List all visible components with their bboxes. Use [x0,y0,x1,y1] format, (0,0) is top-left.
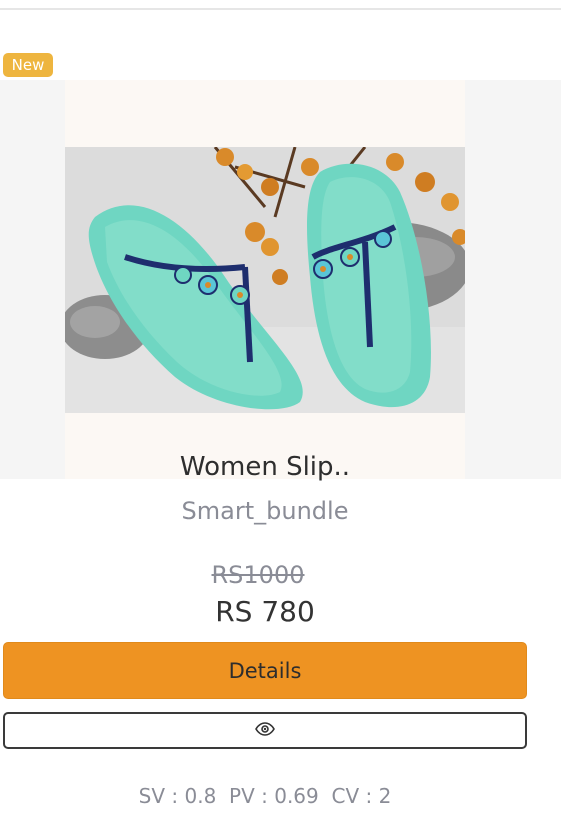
quick-view-button[interactable] [3,712,527,749]
sv-value: SV : 0.8 [138,784,217,808]
details-button[interactable]: Details [3,642,527,699]
new-badge: New [3,53,53,77]
product-image[interactable] [65,147,465,413]
cv-value: CV : 2 [331,784,392,808]
product-name[interactable]: Women Slip.. [0,452,530,482]
product-brand: Smart_bundle [181,497,349,525]
original-price: RS1000 [211,561,305,589]
eye-icon [255,721,275,740]
pv-value: PV : 0.69 [229,784,319,808]
point-values: SV : 0.8 PV : 0.69 CV : 2 [0,784,530,808]
top-divider [0,8,561,10]
sale-price: RS 780 [215,595,315,628]
